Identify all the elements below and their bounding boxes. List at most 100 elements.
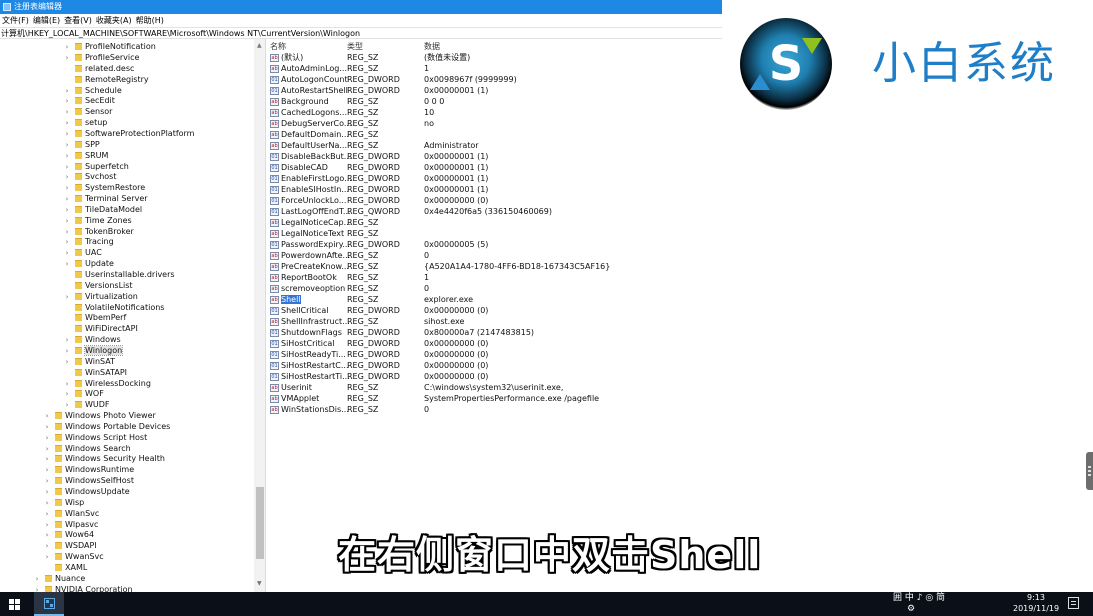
tree-item[interactable]: › Windows Photo Viewer bbox=[43, 410, 156, 421]
registry-value-row[interactable]: ab Background REG_SZ 0 0 0 bbox=[267, 96, 722, 107]
tree-item[interactable]: › Sensor bbox=[63, 106, 113, 117]
tree-item[interactable]: VolatileNotifications bbox=[63, 302, 164, 313]
registry-value-row[interactable]: 01 EnableFirstLogo... REG_DWORD 0x00000001 … bbox=[267, 173, 722, 184]
registry-value-row[interactable]: ab Shell REG_SZ explorer.exe bbox=[267, 294, 722, 305]
column-header-name[interactable]: 名称 bbox=[270, 41, 286, 52]
registry-value-row[interactable]: ab LegalNoticeCap... REG_SZ bbox=[267, 217, 722, 228]
tree-item[interactable]: XAML bbox=[43, 562, 87, 573]
tree-item[interactable]: › WSDAPI bbox=[43, 540, 97, 551]
tree-item[interactable]: › Windows Script Host bbox=[43, 432, 148, 443]
tree-item[interactable]: › Schedule bbox=[63, 85, 122, 96]
registry-value-row[interactable]: ab PreCreateKnow... REG_SZ {A520A1A4-1780-4… bbox=[267, 261, 722, 272]
tree-item[interactable]: WiFiDirectAPI bbox=[63, 323, 138, 334]
tree-item[interactable]: › ProfileService bbox=[63, 52, 140, 63]
registry-value-row[interactable]: ab VMApplet REG_SZ SystemPropertiesPerforma… bbox=[267, 393, 722, 404]
tree-item[interactable]: › ProfileNotification bbox=[63, 41, 156, 52]
tree-item[interactable]: › UAC bbox=[63, 247, 102, 258]
tree-item[interactable]: › WindowsRuntime bbox=[43, 464, 135, 475]
tree-item[interactable]: related.desc bbox=[63, 63, 134, 74]
tree-item[interactable]: › SecEdit bbox=[63, 95, 115, 106]
menu-item[interactable]: 收藏夹(A) bbox=[96, 14, 132, 27]
title-bar[interactable]: 注册表编辑器 bbox=[0, 0, 722, 14]
start-button[interactable] bbox=[0, 592, 30, 616]
tree-item[interactable]: › Nuance bbox=[33, 573, 86, 584]
tree-item[interactable]: VersionsList bbox=[63, 280, 133, 291]
registry-value-row[interactable]: 01 EnableSIHostIn... REG_DWORD 0x00000001 (… bbox=[267, 184, 722, 195]
registry-value-row[interactable]: 01 SiHostRestartTi... REG_DWORD 0x00000000 … bbox=[267, 371, 722, 382]
tree-item[interactable]: › WlanSvc bbox=[43, 508, 100, 519]
registry-value-row[interactable]: ab WinStationsDis... REG_SZ 0 bbox=[267, 404, 722, 415]
tree-item[interactable]: › Superfetch bbox=[63, 161, 129, 172]
registry-value-row[interactable]: ab ReportBootOk REG_SZ 1 bbox=[267, 272, 722, 283]
taskbar-regedit-button[interactable] bbox=[34, 592, 64, 616]
tree-item[interactable]: › SRUM bbox=[63, 150, 109, 161]
tree-item[interactable]: › NVIDIA Corporation bbox=[33, 584, 133, 592]
registry-value-row[interactable]: ab (默认) REG_SZ (数值未设置) bbox=[267, 52, 722, 63]
tree-item[interactable]: › TokenBroker bbox=[63, 226, 134, 237]
tree-item[interactable]: RemoteRegistry bbox=[63, 74, 149, 85]
menu-item[interactable]: 查看(V) bbox=[64, 14, 92, 27]
tree-item[interactable]: › WUDF bbox=[63, 399, 110, 410]
tree-item[interactable]: › Wlpasvc bbox=[43, 519, 99, 530]
registry-value-row[interactable]: 01 ShellCritical REG_DWORD 0x00000000 (0) bbox=[267, 305, 722, 316]
registry-value-row[interactable]: ab PowerdownAfte... REG_SZ 0 bbox=[267, 250, 722, 261]
tree-item[interactable]: › WindowsSelfHost bbox=[43, 475, 134, 486]
registry-value-row[interactable]: ab scremoveoption REG_SZ 0 bbox=[267, 283, 722, 294]
column-header-data[interactable]: 数据 bbox=[424, 41, 440, 52]
tree-item[interactable]: › SPP bbox=[63, 139, 100, 150]
registry-value-row[interactable]: 01 ShutdownFlags REG_DWORD 0x800000a7 (2147… bbox=[267, 327, 722, 338]
registry-value-row[interactable]: ab ShellInfrastruct... REG_SZ sihost.exe bbox=[267, 316, 722, 327]
menu-item[interactable]: 文件(F) bbox=[2, 14, 29, 27]
tree-item[interactable]: › Wisp bbox=[43, 497, 85, 508]
registry-value-row[interactable]: 01 SiHostRestartC... REG_DWORD 0x00000000 (… bbox=[267, 360, 722, 371]
registry-value-row[interactable]: 01 PasswordExpiry... REG_DWORD 0x00000005 (… bbox=[267, 239, 722, 250]
tree-item[interactable]: › WwanSvc bbox=[43, 551, 104, 562]
tree-item[interactable]: › Tracing bbox=[63, 236, 114, 247]
tree-item[interactable]: › TileDataModel bbox=[63, 204, 143, 215]
registry-value-row[interactable]: ab Userinit REG_SZ C:\windows\system32\user… bbox=[267, 382, 722, 393]
system-clock[interactable]: 9:13 2019/11/19 bbox=[1013, 592, 1059, 616]
tree-item[interactable]: › SoftwareProtectionPlatform bbox=[63, 128, 195, 139]
tree-item[interactable]: › Time Zones bbox=[63, 215, 132, 226]
tree-item[interactable]: › Virtualization bbox=[63, 291, 138, 302]
side-handle[interactable] bbox=[1086, 452, 1093, 490]
registry-value-row[interactable]: ab DebugServerCo... REG_SZ no bbox=[267, 118, 722, 129]
registry-value-row[interactable]: 01 AutoLogonCount REG_DWORD 0x0098967f (999… bbox=[267, 74, 722, 85]
registry-value-row[interactable]: 01 LastLogOffEndT... REG_QWORD 0x4e4420f6a5… bbox=[267, 206, 722, 217]
tree-scrollbar[interactable]: ▲ ▼ bbox=[254, 39, 265, 592]
action-center-icon[interactable] bbox=[1068, 597, 1079, 609]
tree-item[interactable]: › setup bbox=[63, 117, 108, 128]
scroll-up-icon[interactable]: ▲ bbox=[257, 42, 262, 49]
registry-value-row[interactable]: ab DefaultDomain... REG_SZ bbox=[267, 129, 722, 140]
registry-value-row[interactable]: 01 ForceUnlockLo... REG_DWORD 0x00000000 (0… bbox=[267, 195, 722, 206]
tree-item[interactable]: › Winlogon bbox=[63, 344, 124, 356]
tree-item[interactable]: › WinSAT bbox=[63, 356, 115, 367]
settings-gear-icon[interactable]: ⚙ bbox=[907, 603, 915, 616]
tree-item[interactable]: WinSATAPI bbox=[63, 367, 127, 378]
registry-values-list[interactable]: 名称 类型 数据 ab (默认) REG_SZ (数值未设置) ab AutoAdminL… bbox=[267, 39, 722, 592]
tree-item[interactable]: WbemPerf bbox=[63, 312, 126, 323]
tree-item[interactable]: › Windows Portable Devices bbox=[43, 421, 171, 432]
tree-item[interactable]: › Windows bbox=[63, 334, 121, 345]
tree-item[interactable]: › WindowsUpdate bbox=[43, 486, 130, 497]
registry-value-row[interactable]: 01 SiHostCritical REG_DWORD 0x00000000 (0) bbox=[267, 338, 722, 349]
tree-item[interactable]: › WirelessDocking bbox=[63, 378, 151, 389]
registry-value-row[interactable]: ab CachedLogons... REG_SZ 10 bbox=[267, 107, 722, 118]
tree-item[interactable]: Userinstallable.drivers bbox=[63, 269, 175, 280]
address-bar[interactable]: 计算机\HKEY_LOCAL_MACHINE\SOFTWARE\Microsof… bbox=[0, 27, 722, 39]
tree-item[interactable]: › Svchost bbox=[63, 171, 117, 182]
menu-item[interactable]: 编辑(E) bbox=[33, 14, 60, 27]
tree-item[interactable]: › SystemRestore bbox=[63, 182, 146, 193]
menu-item[interactable]: 帮助(H) bbox=[136, 14, 164, 27]
registry-value-row[interactable]: ab LegalNoticeText REG_SZ bbox=[267, 228, 722, 239]
tree-item[interactable]: › Windows Security Health bbox=[43, 453, 165, 464]
registry-value-row[interactable]: 01 SiHostReadyTi... REG_DWORD 0x00000000 (0… bbox=[267, 349, 722, 360]
scroll-down-icon[interactable]: ▼ bbox=[257, 580, 262, 587]
tree-item[interactable]: › WOF bbox=[63, 388, 104, 399]
tree-item[interactable]: › Update bbox=[63, 258, 114, 269]
tree-item[interactable]: › Windows Search bbox=[43, 443, 131, 454]
registry-value-row[interactable]: ab DefaultUserNa... REG_SZ Administrator bbox=[267, 140, 722, 151]
registry-value-row[interactable]: 01 DisableBackBut... REG_DWORD 0x00000001 (… bbox=[267, 151, 722, 162]
registry-value-row[interactable]: ab AutoAdminLog... REG_SZ 1 bbox=[267, 63, 722, 74]
tree-item[interactable]: › Wow64 bbox=[43, 529, 94, 540]
